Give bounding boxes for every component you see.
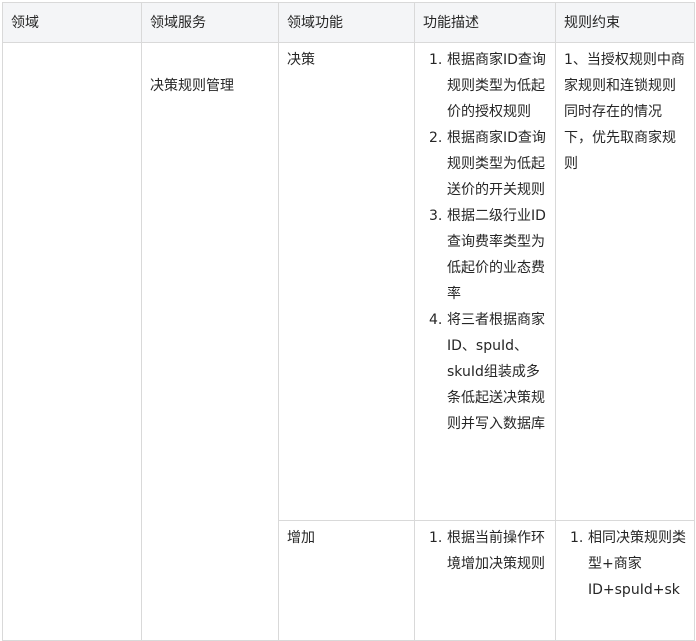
list-number: 1. (429, 530, 443, 546)
header-function-description: 功能描述 (414, 2, 556, 43)
header-domain: 领域 (2, 2, 142, 43)
list-item: 1. 根据当前操作环境增加决策规则 (423, 525, 547, 577)
function-cell: 决策 (278, 42, 415, 521)
list-number: 3. (429, 208, 443, 224)
list-number: 2. (429, 130, 443, 146)
domain-cell (2, 42, 142, 641)
list-text: 将三者根据商家ID、spuId、skuId组装成多条低起送决策规则并写入数据库 (447, 312, 545, 432)
function-cell: 增加 (278, 520, 415, 641)
header-domain-service: 领域服务 (141, 2, 279, 43)
description-cell: 1. 根据商家ID查询规则类型为低起价的授权规则 2. 根据商家ID查询规则类型… (414, 42, 556, 521)
header-rule-constraint: 规则约束 (555, 2, 695, 43)
list-item: 3. 根据二级行业ID查询费率类型为低起价的业态费率 (423, 203, 547, 307)
table-row: 决策规则管理 决策 1. 根据商家ID查询规则类型为低起价的授权规则 2. 根据… (2, 42, 695, 641)
list-text: 相同决策规则类型+商家ID+spuId+sk (588, 530, 686, 598)
constraint-text: 1、当授权规则中商家规则和连锁规则同时存在的情况下，优先取商家规则 (564, 52, 685, 172)
header-domain-function: 领域功能 (278, 2, 415, 43)
description-cell: 1. 根据当前操作环境增加决策规则 (414, 520, 556, 641)
list-number: 4. (429, 312, 443, 328)
list-text: 根据二级行业ID查询费率类型为低起价的业态费率 (447, 208, 546, 302)
function-name: 决策 (287, 52, 315, 68)
list-text: 根据商家ID查询规则类型为低起价的授权规则 (447, 52, 546, 120)
description-list: 1. 根据商家ID查询规则类型为低起价的授权规则 2. 根据商家ID查询规则类型… (423, 47, 547, 437)
list-item: 1. 根据商家ID查询规则类型为低起价的授权规则 (423, 47, 547, 125)
service-cell: 决策规则管理 (141, 42, 279, 641)
constraint-list: 1. 相同决策规则类型+商家ID+spuId+sk (564, 525, 686, 603)
rules-table: 领域 领域服务 领域功能 功能描述 规则约束 决策规则管理 决策 1. 根据商家… (2, 2, 695, 641)
function-name: 增加 (287, 530, 315, 546)
list-text: 根据当前操作环境增加决策规则 (447, 530, 545, 572)
table-header-row: 领域 领域服务 领域功能 功能描述 规则约束 (2, 2, 695, 43)
list-item: 2. 根据商家ID查询规则类型为低起送价的开关规则 (423, 125, 547, 203)
list-text: 根据商家ID查询规则类型为低起送价的开关规则 (447, 130, 546, 198)
list-item: 1. 相同决策规则类型+商家ID+spuId+sk (564, 525, 686, 603)
constraint-cell: 1. 相同决策规则类型+商家ID+spuId+sk (555, 520, 695, 641)
list-number: 1. (429, 52, 443, 68)
list-item: 4. 将三者根据商家ID、spuId、skuId组装成多条低起送决策规则并写入数… (423, 307, 547, 437)
description-list: 1. 根据当前操作环境增加决策规则 (423, 525, 547, 577)
list-number: 1. (570, 530, 584, 546)
constraint-cell: 1、当授权规则中商家规则和连锁规则同时存在的情况下，优先取商家规则 (555, 42, 695, 521)
service-name: 决策规则管理 (150, 78, 234, 94)
